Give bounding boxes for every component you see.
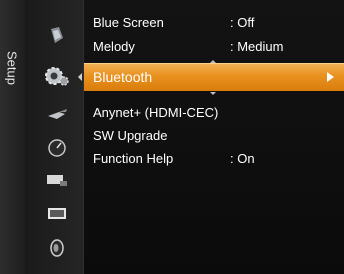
- submenu-arrow-icon: [327, 72, 334, 82]
- tv-osd-menu: Setup Blue Screen: Off Melody: Medium …: [0, 0, 344, 274]
- menu-item-melody[interactable]: Melody : Medium: [84, 37, 344, 57]
- menu-item-anynet[interactable]: Anynet+ (HDMI-CEC): [84, 103, 344, 123]
- picture-icon[interactable]: [45, 26, 69, 46]
- menu-item-value: : Medium: [230, 39, 284, 54]
- menu-item-label: Melody: [93, 39, 135, 54]
- scroll-down-indicator: [210, 92, 216, 95]
- channel-icon[interactable]: [45, 138, 69, 158]
- sound-icon[interactable]: [45, 238, 69, 258]
- menu-item-value: : On: [230, 151, 255, 166]
- setup-tab-label: Setup: [4, 51, 20, 85]
- pc-icon[interactable]: [45, 204, 69, 224]
- active-category-caret: [78, 73, 82, 81]
- setup-gear-icon[interactable]: [41, 63, 71, 89]
- menu-item-function-help[interactable]: Function Help : On: [84, 149, 344, 169]
- menu-item-bluetooth[interactable]: Bluetooth: [84, 63, 344, 91]
- menu-item-label: Bluetooth: [93, 69, 153, 85]
- setup-menu-list: Blue Screen : Off Melody : Medium Blueto…: [84, 0, 344, 274]
- menu-item-label: Function Help: [93, 151, 174, 166]
- menu-item-label: Anynet+ (HDMI-CEC): [93, 105, 219, 120]
- menu-item-blue-screen[interactable]: Blue Screen : Off: [84, 13, 344, 33]
- menu-item-label: SW Upgrade: [93, 128, 168, 143]
- menu-item-label: Blue Screen: [93, 15, 164, 30]
- input-icon[interactable]: [45, 106, 69, 126]
- menu-item-sw-upgrade[interactable]: SW Upgrade: [84, 126, 344, 146]
- menu-category-icons: [25, 0, 84, 274]
- setup-tab[interactable]: Setup: [0, 0, 26, 274]
- menu-item-value: : Off: [230, 15, 255, 30]
- application-icon[interactable]: [45, 170, 69, 190]
